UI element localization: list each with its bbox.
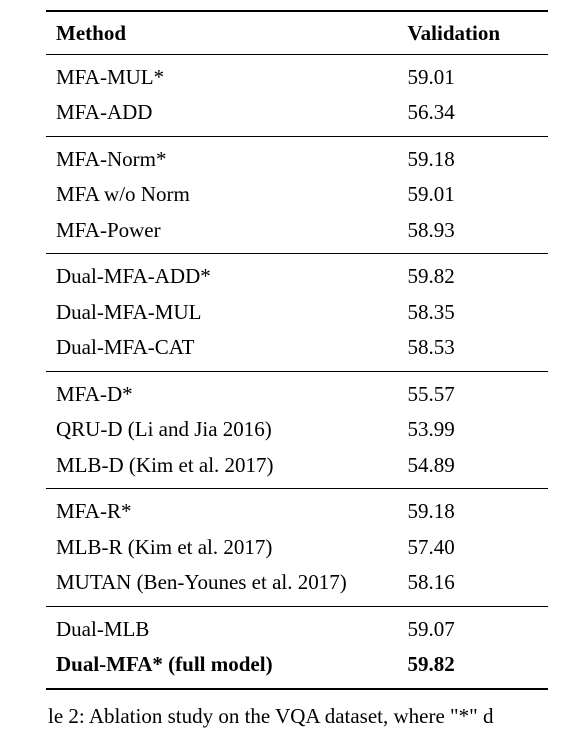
cell-validation: 54.89 [407, 448, 548, 489]
cell-method: MFA w/o Norm [46, 177, 407, 213]
cell-validation: 58.53 [407, 330, 548, 371]
table-row: MFA-R* 59.18 [46, 489, 548, 530]
results-table: Method Validation MFA-MUL* 59.01 MFA-ADD… [46, 10, 548, 690]
cell-method: Dual-MFA* (full model) [46, 647, 407, 689]
header-validation: Validation [407, 11, 548, 54]
cell-method: MFA-R* [46, 489, 407, 530]
cell-validation: 58.35 [407, 295, 548, 331]
table-row: QRU-D (Li and Jia 2016) 53.99 [46, 412, 548, 448]
table-row: MFA-ADD 56.34 [46, 95, 548, 136]
cell-method: Dual-MLB [46, 606, 407, 647]
cell-validation: 56.34 [407, 95, 548, 136]
cell-method: QRU-D (Li and Jia 2016) [46, 412, 407, 448]
cell-validation: 58.93 [407, 213, 548, 254]
cell-method: Dual-MFA-ADD* [46, 254, 407, 295]
cell-validation: 57.40 [407, 530, 548, 566]
cell-method: MFA-D* [46, 371, 407, 412]
cell-method: MUTAN (Ben-Younes et al. 2017) [46, 565, 407, 606]
cell-method: Dual-MFA-CAT [46, 330, 407, 371]
cell-validation: 59.18 [407, 489, 548, 530]
header-method: Method [46, 11, 407, 54]
cell-validation: 59.01 [407, 177, 548, 213]
table-header-row: Method Validation [46, 11, 548, 54]
table-row: Dual-MFA-MUL 58.35 [46, 295, 548, 331]
cell-validation: 58.16 [407, 565, 548, 606]
table-row: MFA w/o Norm 59.01 [46, 177, 548, 213]
cell-validation: 59.18 [407, 136, 548, 177]
table-row: MFA-Power 58.93 [46, 213, 548, 254]
table-row: MFA-MUL* 59.01 [46, 54, 548, 95]
cell-validation: 59.82 [407, 647, 548, 689]
cell-method: MFA-Power [46, 213, 407, 254]
table-row: MUTAN (Ben-Younes et al. 2017) 58.16 [46, 565, 548, 606]
cell-method: MFA-MUL* [46, 54, 407, 95]
table-row: MFA-Norm* 59.18 [46, 136, 548, 177]
table-row: MLB-D (Kim et al. 2017) 54.89 [46, 448, 548, 489]
table-caption: le 2: Ablation study on the VQA dataset,… [46, 704, 548, 729]
table-row: Dual-MFA-ADD* 59.82 [46, 254, 548, 295]
cell-method: MFA-ADD [46, 95, 407, 136]
cell-method: Dual-MFA-MUL [46, 295, 407, 331]
cell-validation: 59.01 [407, 54, 548, 95]
cell-validation: 59.82 [407, 254, 548, 295]
table-row: Dual-MFA-CAT 58.53 [46, 330, 548, 371]
cell-method: MLB-D (Kim et al. 2017) [46, 448, 407, 489]
cell-validation: 53.99 [407, 412, 548, 448]
cell-validation: 55.57 [407, 371, 548, 412]
table-row: MLB-R (Kim et al. 2017) 57.40 [46, 530, 548, 566]
table-row: MFA-D* 55.57 [46, 371, 548, 412]
cell-method: MFA-Norm* [46, 136, 407, 177]
table-row: Dual-MLB 59.07 [46, 606, 548, 647]
cell-method: MLB-R (Kim et al. 2017) [46, 530, 407, 566]
table-row: Dual-MFA* (full model) 59.82 [46, 647, 548, 689]
cell-validation: 59.07 [407, 606, 548, 647]
page-root: Method Validation MFA-MUL* 59.01 MFA-ADD… [0, 0, 578, 729]
